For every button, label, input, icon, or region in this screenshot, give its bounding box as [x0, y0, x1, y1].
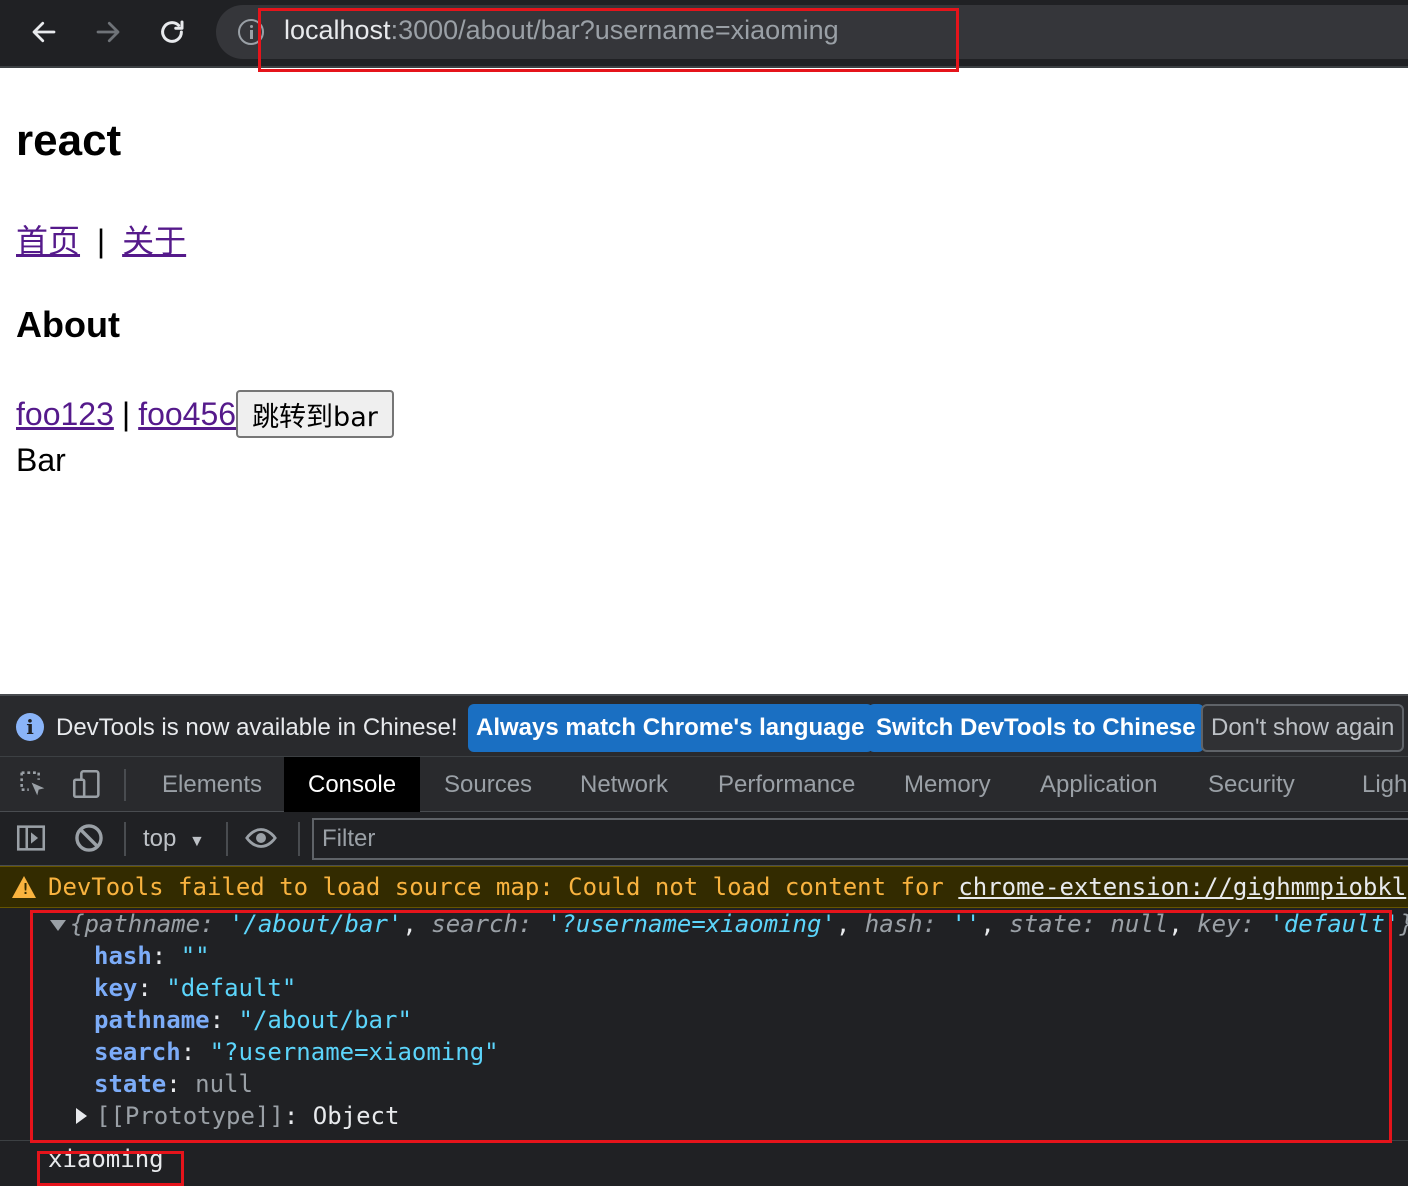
dont-show-again-button[interactable]: Don't show again — [1201, 704, 1405, 752]
console-warning-message: DevTools failed to load source map: Coul… — [0, 866, 1408, 908]
link-foo456[interactable]: foo456 — [138, 396, 236, 433]
page-title: react — [16, 116, 122, 165]
tab-network[interactable]: Network — [580, 757, 668, 812]
forward-button[interactable] — [86, 10, 130, 54]
tab-application[interactable]: Application — [1040, 757, 1157, 812]
link-foo123[interactable]: foo123 — [16, 396, 114, 433]
live-expression-eye-icon[interactable] — [244, 821, 278, 855]
console-filter-input[interactable]: Filter — [312, 818, 1408, 860]
output-highlight-box — [37, 1151, 184, 1186]
url-highlight-box — [258, 8, 959, 72]
reload-button[interactable] — [150, 10, 194, 54]
console-filterbar: top ▼ Filter — [0, 812, 1408, 866]
section-title: About — [16, 304, 120, 345]
filter-divider-2 — [226, 822, 228, 856]
console-output-row: xiaoming — [0, 1140, 1408, 1180]
warning-icon — [12, 876, 36, 898]
route-content: Bar — [16, 442, 66, 478]
tab-memory[interactable]: Memory — [904, 757, 991, 812]
show-sidebar-icon[interactable] — [14, 821, 48, 855]
sub-nav: foo123 | foo456 跳转到bar — [16, 390, 394, 438]
warning-text: DevTools failed to load source map: Coul… — [48, 873, 959, 901]
nav-link-home[interactable]: 首页 — [16, 223, 80, 259]
device-toolbar-icon[interactable] — [70, 767, 104, 801]
tab-sources[interactable]: Sources — [444, 757, 532, 812]
tab-console[interactable]: Console — [284, 757, 421, 812]
jump-to-bar-button[interactable]: 跳转到bar — [236, 390, 394, 438]
tab-lighthouse[interactable]: Ligh — [1362, 757, 1407, 812]
tab-elements[interactable]: Elements — [162, 757, 262, 812]
inspect-element-icon[interactable] — [16, 767, 50, 801]
warning-source-link[interactable]: chrome-extension://gighmmpiobkl — [958, 873, 1406, 901]
object-highlight-box — [30, 910, 1392, 1143]
nav-link-about[interactable]: 关于 — [122, 223, 186, 259]
main-nav: 首页 | 关于 — [16, 216, 186, 262]
arrow-left-icon — [32, 21, 56, 43]
language-infobar: i DevTools is now available in Chinese! … — [0, 694, 1408, 756]
filter-divider — [124, 822, 126, 856]
context-selector[interactable]: top ▼ — [143, 825, 205, 853]
toolbar-divider — [124, 769, 126, 801]
back-button[interactable] — [22, 10, 66, 54]
subnav-separator: | — [121, 395, 131, 432]
context-value: top — [143, 825, 177, 852]
tab-performance[interactable]: Performance — [718, 757, 855, 812]
always-match-language-button[interactable]: Always match Chrome's language — [468, 704, 873, 752]
filter-divider-3 — [298, 822, 300, 856]
switch-to-chinese-button[interactable]: Switch DevTools to Chinese — [868, 704, 1204, 752]
arrow-right-icon — [96, 21, 120, 43]
devtools-tabbar: Elements Console Sources Network Perform… — [0, 756, 1408, 812]
infobar-message: DevTools is now available in Chinese! — [56, 714, 458, 741]
tab-security[interactable]: Security — [1208, 757, 1295, 812]
dropdown-arrow-icon: ▼ — [189, 833, 205, 850]
info-icon: i — [16, 713, 44, 741]
clear-console-icon[interactable] — [72, 821, 106, 855]
page-content: react 首页 | 关于 About foo123 | foo456 跳转到b… — [0, 70, 1408, 694]
nav-separator: | — [96, 223, 106, 259]
reload-icon — [161, 20, 184, 43]
